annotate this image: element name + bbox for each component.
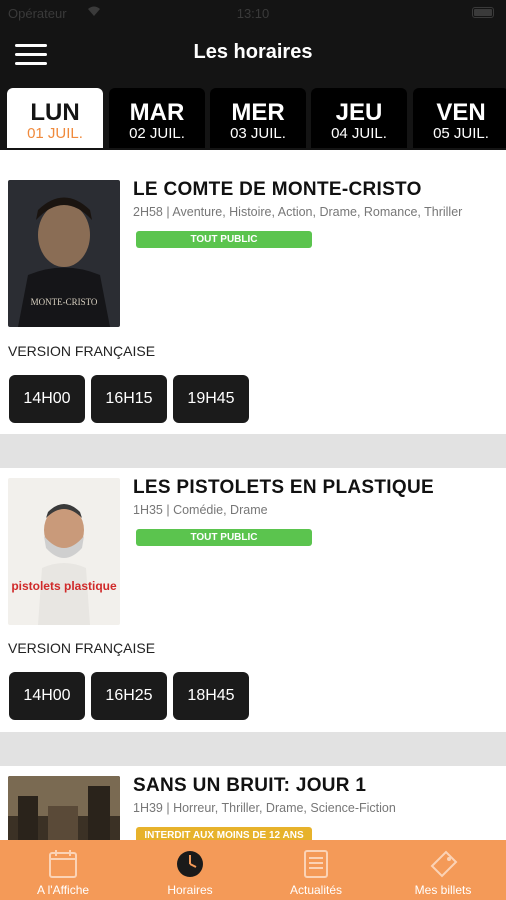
day-date: 03 JUIL. xyxy=(230,125,286,142)
status-bar: Opérateur 13:10 xyxy=(0,0,506,26)
movie-title[interactable]: LE COMTE DE MONTE-CRISTO xyxy=(133,179,422,201)
day-date: 02 JUIL. xyxy=(129,125,185,142)
rating-badge: TOUT PUBLIC xyxy=(136,231,312,248)
movie-title[interactable]: SANS UN BRUIT: JOUR 1 xyxy=(133,775,366,797)
nav-bar: Les horaires xyxy=(0,26,506,86)
rating-badge: INTERDIT AUX MOINS DE 12 ANS xyxy=(136,827,312,840)
tab-label: Mes billets xyxy=(414,883,472,897)
movie-card: SANS UN BRUIT: JOUR 1 1H39 | Horreur, Th… xyxy=(0,766,506,840)
page-title: Les horaires xyxy=(193,41,313,63)
showtime-button[interactable]: 19H45 xyxy=(173,375,249,423)
day-name: LUN xyxy=(30,99,80,126)
version-label: VERSION FRANÇAISE xyxy=(8,640,156,656)
day-name: JEU xyxy=(335,99,383,126)
showtime-button[interactable]: 16H15 xyxy=(91,375,167,423)
showtimes-row: 14H00 16H15 19H45 xyxy=(9,375,249,423)
tab-mes-billets[interactable]: Mes billets xyxy=(380,840,506,900)
tab-label: Actualités xyxy=(289,883,343,897)
battery-icon xyxy=(472,7,494,18)
news-icon xyxy=(304,850,328,878)
movie-meta: 1H39 | Horreur, Thriller, Drame, Science… xyxy=(133,801,396,815)
day-date: 04 JUIL. xyxy=(331,125,387,142)
movie-card: MONTE-CRISTO LE COMTE DE MONTE-CRISTO 2H… xyxy=(0,150,506,434)
movie-meta: 1H35 | Comédie, Drame xyxy=(133,503,268,517)
clock-icon xyxy=(177,851,203,877)
status-time: 13:10 xyxy=(236,6,270,21)
tab-day-jeu[interactable]: JEU 04 JUIL. xyxy=(311,88,407,148)
poster-title-text: MONTE-CRISTO xyxy=(31,297,98,307)
poster-title-text: pistolets plastique xyxy=(11,579,117,593)
tab-day-lun[interactable]: LUN 01 JUIL. xyxy=(7,88,103,148)
showtime-button[interactable]: 14H00 xyxy=(9,672,85,720)
showtime-button[interactable]: 14H00 xyxy=(9,375,85,423)
movie-poster[interactable] xyxy=(8,776,120,840)
movie-poster[interactable]: MONTE-CRISTO xyxy=(8,180,120,327)
tab-a-l-affiche[interactable]: A l'Affiche xyxy=(0,840,126,900)
day-name: MAR xyxy=(129,99,185,126)
tab-actualites[interactable]: Actualités xyxy=(253,840,379,900)
day-date: 05 JUIL. xyxy=(433,125,489,142)
day-date: 01 JUIL. xyxy=(27,125,83,142)
ticket-icon xyxy=(430,850,458,878)
movie-card: pistolets plastique LES PISTOLETS EN PLA… xyxy=(0,468,506,732)
movie-poster[interactable]: pistolets plastique xyxy=(8,478,120,625)
tab-label: Horaires xyxy=(167,883,213,897)
showtime-button[interactable]: 16H25 xyxy=(91,672,167,720)
bottom-tab-bar: A l'Affiche Horaires Actualités Mes bill… xyxy=(0,840,506,900)
day-tabs: LUN 01 JUIL. MAR 02 JUIL. MER 03 JUIL. J… xyxy=(0,86,506,150)
tab-horaires[interactable]: Horaires xyxy=(127,840,253,900)
version-label: VERSION FRANÇAISE xyxy=(8,343,156,359)
tab-label: A l'Affiche xyxy=(36,883,90,897)
showtimes-list: MONTE-CRISTO LE COMTE DE MONTE-CRISTO 2H… xyxy=(0,150,506,840)
day-name: VEN xyxy=(436,99,486,126)
calendar-icon xyxy=(49,850,77,878)
tab-day-ven[interactable]: VEN 05 JUIL. xyxy=(413,88,506,148)
movie-title[interactable]: LES PISTOLETS EN PLASTIQUE xyxy=(133,477,434,499)
showtimes-row: 14H00 16H25 18H45 xyxy=(9,672,249,720)
movie-meta: 2H58 | Aventure, Histoire, Action, Drame… xyxy=(133,205,463,219)
showtime-button[interactable]: 18H45 xyxy=(173,672,249,720)
rating-badge: TOUT PUBLIC xyxy=(136,529,312,546)
day-name: MER xyxy=(231,99,285,126)
tab-day-mer[interactable]: MER 03 JUIL. xyxy=(210,88,306,148)
tab-day-mar[interactable]: MAR 02 JUIL. xyxy=(109,88,205,148)
